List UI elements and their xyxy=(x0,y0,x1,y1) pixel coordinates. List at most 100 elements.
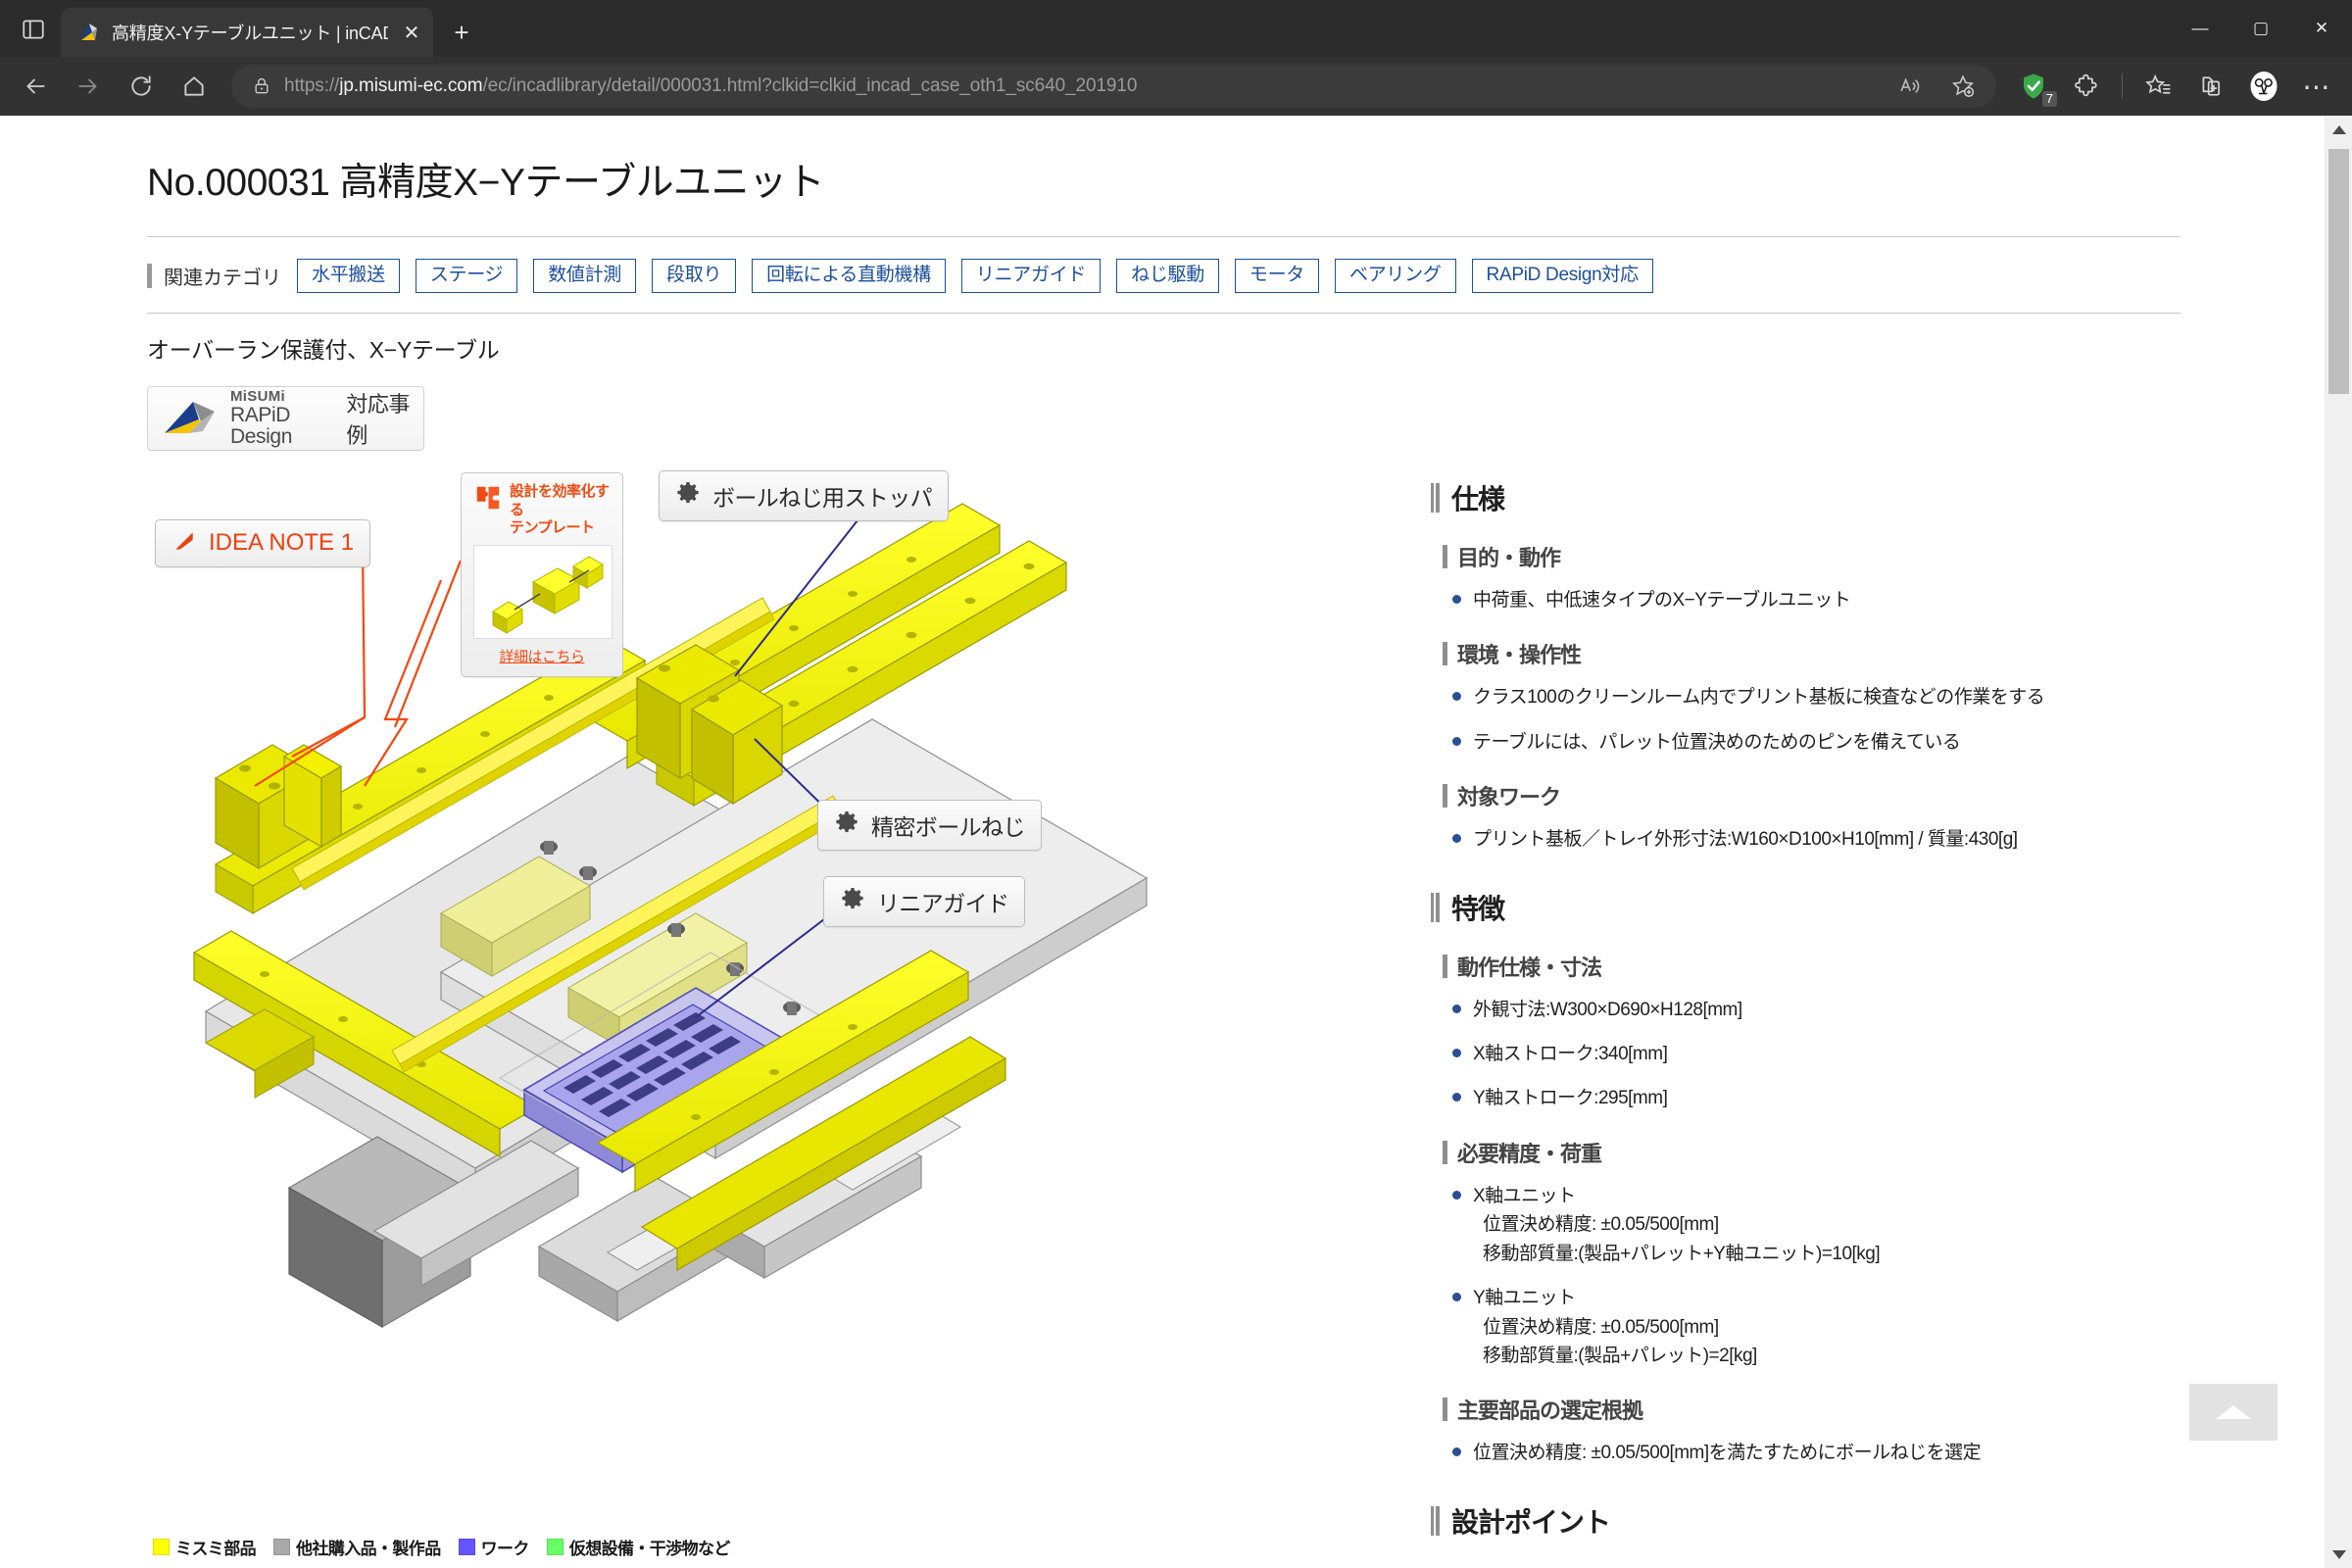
rapid-design-banner[interactable]: MiSUMi RAPiD Design 対応事例 xyxy=(147,385,424,451)
category-tag-9[interactable]: RAPiD Design対応 xyxy=(1471,258,1653,293)
favorites-icon[interactable] xyxy=(2132,65,2183,108)
url-host: jp.misumi-ec.com xyxy=(339,75,483,96)
callout-idea-note-1-label: IDEA NOTE 1 xyxy=(209,529,355,557)
read-aloud-icon[interactable] xyxy=(1885,65,1936,108)
category-tag-5[interactable]: リニアガイド xyxy=(960,258,1102,293)
adblock-shield-icon[interactable]: 7 xyxy=(2008,65,2059,108)
category-tag-1[interactable]: ステージ xyxy=(415,258,518,293)
template-detail-link[interactable]: 詳細はこちら xyxy=(473,646,611,666)
subheading-purpose: 目的・動作 xyxy=(1443,541,2195,572)
list-item: Y軸ストローク:295[mm] xyxy=(1452,1084,2195,1112)
rapid-case-label: 対応事例 xyxy=(346,391,410,448)
category-tag-7[interactable]: モータ xyxy=(1234,258,1320,293)
template-puzzle-icon xyxy=(473,483,503,517)
category-tag-4[interactable]: 回転による直動機構 xyxy=(752,258,946,293)
category-tag-2[interactable]: 数値計測 xyxy=(533,258,637,293)
bullet-icon xyxy=(1452,692,1461,702)
subheading-motion-spec-text: 動作仕様・寸法 xyxy=(1457,955,1602,980)
subheading-environment: 環境・操作性 xyxy=(1443,638,2195,669)
x-axis-accuracy: 位置決め精度: ±0.05/500[mm] xyxy=(1483,1214,1719,1236)
scrollbar-thumb[interactable] xyxy=(2328,149,2349,394)
collections-icon[interactable] xyxy=(2185,65,2236,108)
callout-ball-screw-stopper[interactable]: ボールねじ用ストッパ xyxy=(659,469,950,521)
category-tag-3[interactable]: 段取り xyxy=(652,258,737,293)
list-item: プリント基板／トレイ外形寸法:W160×D100×H10[mm] / 質量:43… xyxy=(1452,825,2195,854)
category-tag-6[interactable]: ねじ駆動 xyxy=(1116,258,1219,293)
legend-item-1: 他社購入品・製作品 xyxy=(273,1535,441,1559)
list-item-text: クラス100のクリーンルーム内でプリント基板に検査などの作業をする xyxy=(1473,687,2045,709)
list-item: 外観寸法:W300×D690×H128[mm] xyxy=(1452,996,2195,1024)
design-point-heading-text: 設計ポイント xyxy=(1451,1506,1611,1538)
add-favorite-icon[interactable] xyxy=(1937,65,1988,108)
bullet-icon xyxy=(1452,1004,1461,1013)
features-selection-list: 位置決め精度: ±0.05/500[mm]を満たすためにボールねじを選定 xyxy=(1452,1439,2195,1467)
bullet-icon xyxy=(1452,736,1461,746)
spec-target-work-list: プリント基板／トレイ外形寸法:W160×D100×H10[mm] / 質量:43… xyxy=(1452,825,2195,854)
list-item: テーブルには、パレット位置決めのためのピンを備えている xyxy=(1452,728,2195,757)
lock-icon xyxy=(249,76,274,96)
home-icon[interactable] xyxy=(169,65,220,108)
features-motion-list: 外観寸法:W300×D690×H128[mm] X軸ストローク:340[mm] … xyxy=(1452,996,2195,1113)
subheading-environment-text: 環境・操作性 xyxy=(1457,643,1582,668)
sub-bar-icon xyxy=(1443,1397,1447,1422)
tab-actions-button[interactable] xyxy=(6,6,61,53)
profile-avatar[interactable] xyxy=(2238,65,2289,108)
template-card[interactable]: 設計を効率化する テンプレート 詳細はこちら xyxy=(461,471,623,678)
tab-strip: 高精度X-Yテーブルユニット | inCAD L ✕ + — ▢ ✕ xyxy=(0,0,2352,57)
bullet-icon xyxy=(1452,1293,1461,1302)
list-item-text: 中荷重、中低速タイプのX−Yテーブルユニット xyxy=(1473,589,1851,611)
category-label-text: 関連カテゴリ xyxy=(164,267,281,289)
sub-bar-icon xyxy=(1443,954,1447,978)
pencil-icon xyxy=(172,528,197,559)
reload-icon[interactable] xyxy=(116,65,167,108)
bullet-icon xyxy=(1452,1447,1461,1457)
legend-label-1: 他社購入品・製作品 xyxy=(296,1539,441,1558)
list-item-text: X軸ストローク:340[mm] xyxy=(1473,1043,1668,1064)
misumi-favicon xyxy=(76,20,102,45)
callout-ball-screw-stopper-label: ボールねじ用ストッパ xyxy=(712,484,933,511)
browser-window: 高精度X-Yテーブルユニット | inCAD L ✕ + — ▢ ✕ https… xyxy=(0,0,2352,1568)
maximize-button[interactable]: ▢ xyxy=(2230,0,2291,57)
legend-label-3: 仮想設備・干渉物など xyxy=(568,1539,731,1558)
list-item: 中荷重、中低速タイプのX−Yテーブルユニット xyxy=(1452,586,2195,614)
new-tab-button[interactable]: + xyxy=(439,10,484,55)
spec-purpose-list: 中荷重、中低速タイプのX−Yテーブルユニット xyxy=(1452,586,2195,614)
bullet-icon xyxy=(1452,834,1461,844)
rapid-brand-text: MiSUMi RAPiD Design xyxy=(230,389,328,448)
browser-tab[interactable]: 高精度X-Yテーブルユニット | inCAD L ✕ xyxy=(61,8,433,57)
x-axis-unit-label: X軸ユニット xyxy=(1473,1185,1576,1206)
settings-menu-icon[interactable]: ⋯ xyxy=(2291,65,2342,108)
callout-linear-guide-label: リニアガイド xyxy=(877,890,1009,916)
section-bar-icon xyxy=(1431,1505,1440,1536)
section-bar-icon xyxy=(1431,482,1440,513)
y-axis-accuracy: 位置決め精度: ±0.05/500[mm] xyxy=(1483,1316,1719,1338)
template-card-heading: 設計を効率化する テンプレート xyxy=(510,483,611,538)
main-columns: IDEA NOTE 1 設計を効率化する テンプレート 詳細はこちら ボールねじ… xyxy=(147,463,2215,1568)
y-axis-unit-label: Y軸ユニット xyxy=(1473,1288,1576,1309)
subheading-accuracy-load: 必要精度・荷重 xyxy=(1443,1137,2195,1168)
sub-bar-icon xyxy=(1443,1140,1447,1164)
extensions-icon[interactable] xyxy=(2061,65,2112,108)
callout-precision-ball-screw[interactable]: 精密ボールねじ xyxy=(817,799,1042,851)
page-content: No.000031 高精度X−Yテーブルユニット 関連カテゴリ 水平搬送 ステー… xyxy=(0,116,2325,1568)
page-scrollbar[interactable] xyxy=(2325,116,2352,1568)
callout-idea-note-1[interactable]: IDEA NOTE 1 xyxy=(155,518,371,567)
legend-swatch-misumi xyxy=(153,1538,170,1555)
scroll-to-top-button[interactable] xyxy=(2189,1384,2278,1441)
category-tag-0[interactable]: 水平搬送 xyxy=(297,258,400,293)
scrollbar-up-arrow[interactable] xyxy=(2326,116,2352,143)
subheading-target-work: 対象ワーク xyxy=(1443,780,2195,811)
close-icon[interactable]: ✕ xyxy=(398,19,425,46)
callout-linear-guide[interactable]: リニアガイド xyxy=(823,875,1026,927)
window-close-button[interactable]: ✕ xyxy=(2291,0,2352,57)
scrollbar-down-arrow[interactable] xyxy=(2326,1541,2352,1568)
sub-bar-icon xyxy=(1443,784,1447,808)
forward-icon[interactable] xyxy=(63,65,114,108)
page-viewport: No.000031 高精度X−Yテーブルユニット 関連カテゴリ 水平搬送 ステー… xyxy=(0,116,2352,1568)
misumi-rapid-logo xyxy=(160,398,219,439)
minimize-button[interactable]: — xyxy=(2170,0,2230,57)
related-categories: 関連カテゴリ 水平搬送 ステージ 数値計測 段取り 回転による直動機構 リニアガ… xyxy=(147,237,2215,313)
back-icon[interactable] xyxy=(10,65,61,108)
address-bar[interactable]: https://jp.misumi-ec.com/ec/incadlibrary… xyxy=(231,65,1996,108)
category-tag-8[interactable]: ベアリング xyxy=(1335,258,1456,293)
